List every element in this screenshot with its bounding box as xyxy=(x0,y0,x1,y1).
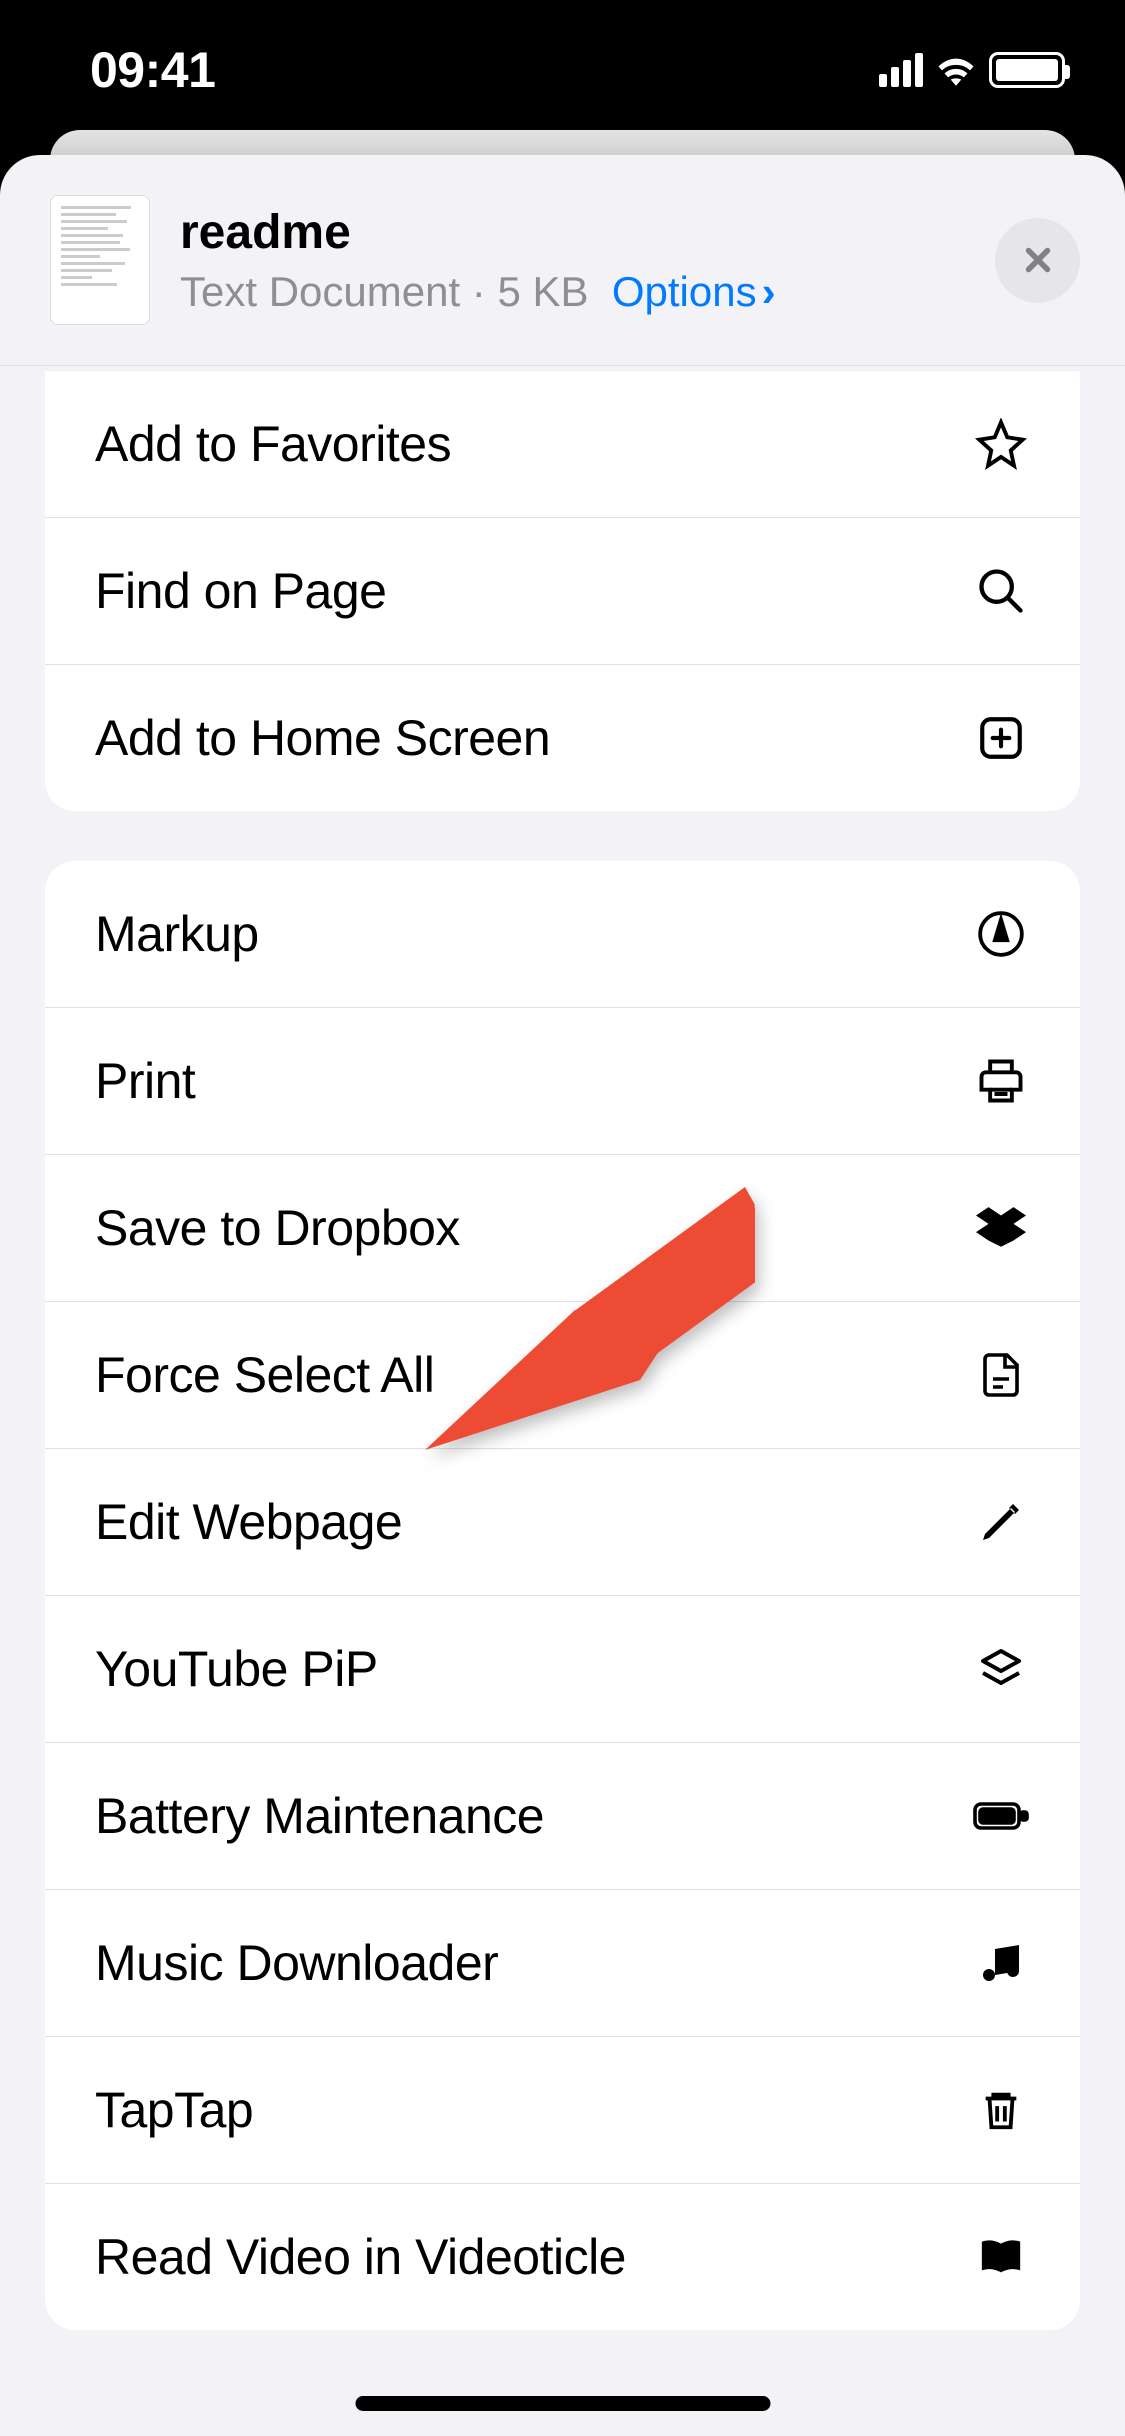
action-label: Read Video in Videoticle xyxy=(95,2228,626,2286)
document-title: readme xyxy=(180,205,965,260)
share-sheet-header: readme Text Document · 5 KB Options› xyxy=(0,155,1125,366)
battery-icon xyxy=(972,1787,1030,1845)
document-meta: Text Document · 5 KB Options› xyxy=(180,268,965,316)
action-label: Music Downloader xyxy=(95,1934,498,1992)
action-add-favorites[interactable]: Add to Favorites xyxy=(45,371,1080,517)
plus-square-icon xyxy=(972,709,1030,767)
wifi-icon xyxy=(935,54,977,86)
action-markup[interactable]: Markup xyxy=(45,861,1080,1007)
print-icon xyxy=(972,1052,1030,1110)
action-add-home-screen[interactable]: Add to Home Screen xyxy=(45,664,1080,811)
cellular-signal-icon xyxy=(879,53,923,87)
chevron-right-icon: › xyxy=(762,268,776,316)
action-label: Edit Webpage xyxy=(95,1493,402,1551)
action-read-videoticle[interactable]: Read Video in Videoticle xyxy=(45,2183,1080,2330)
action-find-on-page[interactable]: Find on Page xyxy=(45,517,1080,664)
search-icon xyxy=(972,562,1030,620)
action-battery-maintenance[interactable]: Battery Maintenance xyxy=(45,1742,1080,1889)
action-music-downloader[interactable]: Music Downloader xyxy=(45,1889,1080,2036)
status-time: 09:41 xyxy=(90,41,215,99)
actions-list[interactable]: Add to Favorites Find on Page Add to Home … xyxy=(0,366,1125,2330)
share-sheet: readme Text Document · 5 KB Options› Add… xyxy=(0,155,1125,2436)
action-taptap[interactable]: TapTap xyxy=(45,2036,1080,2183)
layers-icon xyxy=(972,1640,1030,1698)
action-edit-webpage[interactable]: Edit Webpage xyxy=(45,1448,1080,1595)
music-icon xyxy=(972,1934,1030,1992)
action-label: Markup xyxy=(95,905,259,963)
dropbox-icon xyxy=(972,1199,1030,1257)
action-save-dropbox[interactable]: Save to Dropbox xyxy=(45,1154,1080,1301)
doc-icon xyxy=(972,1346,1030,1404)
action-label: Print xyxy=(95,1052,195,1110)
action-section: Add to Favorites Find on Page Add to Home … xyxy=(45,371,1080,811)
action-label: TapTap xyxy=(95,2081,253,2139)
action-label: Add to Favorites xyxy=(95,415,451,473)
action-label: Battery Maintenance xyxy=(95,1787,544,1845)
action-print[interactable]: Print xyxy=(45,1007,1080,1154)
trash-icon xyxy=(972,2081,1030,2139)
action-youtube-pip[interactable]: YouTube PiP xyxy=(45,1595,1080,1742)
book-icon xyxy=(972,2228,1030,2286)
action-label: YouTube PiP xyxy=(95,1640,378,1698)
markup-icon xyxy=(972,905,1030,963)
action-force-select-all[interactable]: Force Select All xyxy=(45,1301,1080,1448)
pencil-icon xyxy=(972,1493,1030,1551)
action-label: Add to Home Screen xyxy=(95,709,550,767)
action-label: Force Select All xyxy=(95,1346,434,1404)
action-section: Markup Print Save to Dropbox Force Select A… xyxy=(45,861,1080,2330)
action-label: Find on Page xyxy=(95,562,386,620)
action-label: Save to Dropbox xyxy=(95,1199,460,1257)
battery-icon xyxy=(989,52,1065,88)
star-icon xyxy=(972,415,1030,473)
status-icons xyxy=(879,52,1065,88)
close-icon xyxy=(1019,241,1057,279)
status-bar: 09:41 xyxy=(0,0,1125,140)
options-button[interactable]: Options› xyxy=(612,268,776,315)
close-button[interactable] xyxy=(995,218,1080,303)
home-indicator xyxy=(355,2396,770,2411)
document-thumbnail xyxy=(50,195,150,325)
